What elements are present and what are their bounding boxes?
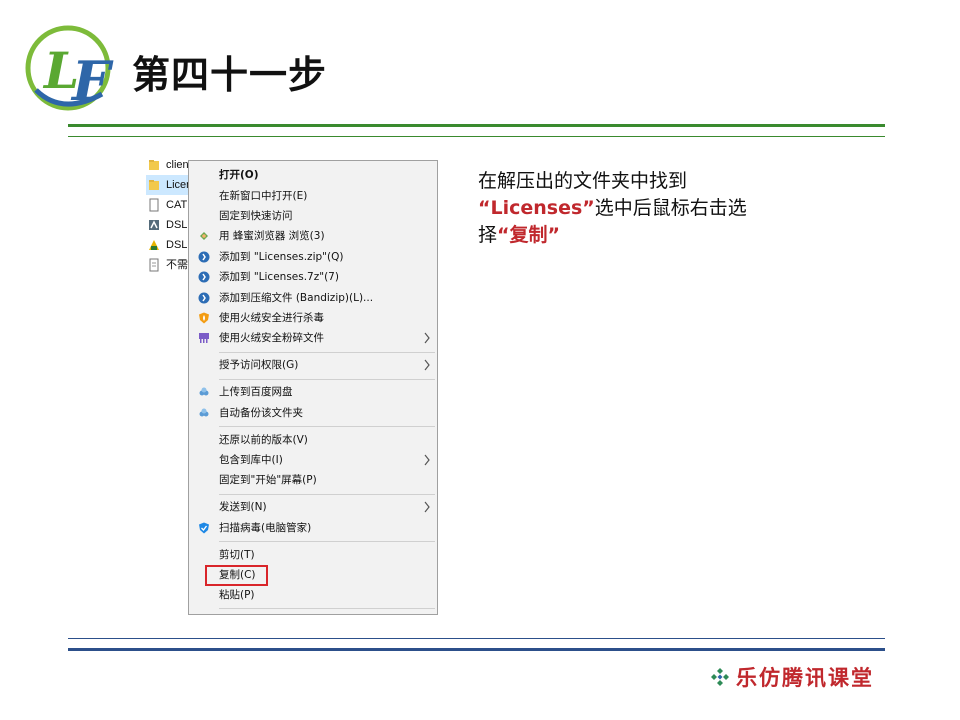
instruction-line-2-rest: 选中后鼠标右击选	[594, 197, 747, 219]
menu-item-label: 固定到"开始"屏幕(P)	[219, 474, 317, 486]
document-icon	[149, 198, 159, 212]
file-row[interactable]: clien	[146, 155, 194, 175]
pc-manager-icon	[199, 522, 209, 534]
chevron-right-icon	[424, 359, 430, 371]
instruction-line-2: “Licenses”选中后鼠标右击选	[478, 195, 818, 222]
menu-separator	[219, 426, 435, 427]
bandizip-icon	[198, 251, 210, 263]
menu-separator	[219, 494, 435, 495]
instruction-line-3: 择“复制”	[478, 222, 818, 249]
menu-item-label: 使用火绒安全进行杀毒	[219, 312, 324, 324]
lf-logo: L F	[22, 20, 122, 115]
menu-item-open[interactable]: 打开(O)	[189, 165, 437, 185]
file-name: 不需	[166, 259, 188, 271]
menu-item-pin-quick-access[interactable]: 固定到快速访问	[189, 206, 437, 226]
chevron-right-icon	[424, 332, 430, 344]
file-row-selected[interactable]: Licen	[146, 175, 194, 195]
app-icon	[149, 220, 159, 230]
copy-highlight-box	[205, 565, 268, 586]
menu-item-restore-versions[interactable]: 还原以前的版本(V)	[189, 430, 437, 450]
menu-item-huorong-shred[interactable]: 使用火绒安全粉碎文件	[189, 328, 437, 348]
menu-item-send-to[interactable]: 发送到(N)	[189, 497, 437, 517]
menu-separator	[219, 541, 435, 542]
browser-icon	[200, 232, 208, 240]
instruction-copy-quote: “复制”	[497, 224, 560, 246]
menu-item-upload-baidu[interactable]: 上传到百度网盘	[189, 382, 437, 402]
baidu-cloud-icon	[199, 408, 209, 417]
menu-item-pin-start[interactable]: 固定到"开始"屏幕(P)	[189, 470, 437, 490]
folder-icon	[149, 180, 159, 190]
menu-item-open-new-window[interactable]: 在新窗口中打开(E)	[189, 186, 437, 206]
menu-item-label: 添加到 "Licenses.zip"(Q)	[219, 251, 344, 263]
menu-item-label: 扫描病毒(电脑管家)	[219, 522, 312, 534]
header-divider	[68, 124, 885, 127]
brand-name: 乐仿腾讯课堂	[736, 665, 874, 690]
folder-icon	[149, 160, 159, 170]
context-menu: 打开(O) 在新窗口中打开(E) 固定到快速访问 用 蜂蜜浏览器 浏览(3) 添…	[188, 160, 438, 615]
menu-item-label: 用 蜂蜜浏览器 浏览(3)	[219, 230, 325, 242]
menu-item-include-library[interactable]: 包含到库中(I)	[189, 450, 437, 470]
menu-item-add-7z[interactable]: 添加到 "Licenses.7z"(7)	[189, 267, 437, 287]
chevron-right-icon	[424, 501, 430, 513]
menu-item-add-archive[interactable]: 添加到压缩文件 (Bandizip)(L)...	[189, 288, 437, 308]
bandizip-icon	[198, 292, 210, 304]
baidu-cloud-icon	[199, 387, 209, 396]
file-list: clien Licen CAT DSL DSL 不需	[146, 155, 194, 275]
menu-item-grant-access[interactable]: 授予访问权限(G)	[189, 355, 437, 375]
page-title: 第四十一步	[132, 53, 328, 97]
file-row[interactable]: DSL	[146, 235, 194, 255]
menu-item-browse[interactable]: 用 蜂蜜浏览器 浏览(3)	[189, 226, 437, 246]
menu-item-add-zip[interactable]: 添加到 "Licenses.zip"(Q)	[189, 247, 437, 267]
menu-separator	[219, 379, 435, 380]
instruction-line-1: 在解压出的文件夹中找到	[478, 170, 688, 192]
shredder-icon	[199, 333, 209, 343]
menu-item-label: 包含到库中(I)	[219, 454, 283, 466]
footer-divider-thin	[68, 638, 885, 639]
file-name: clien	[166, 159, 189, 171]
huorong-shield-icon	[199, 312, 209, 324]
menu-item-scan-virus[interactable]: 扫描病毒(电脑管家)	[189, 518, 437, 538]
menu-item-label: 在新窗口中打开(E)	[219, 190, 308, 202]
menu-item-label: 使用火绒安全粉碎文件	[219, 332, 324, 344]
menu-item-label: 粘贴(P)	[219, 589, 255, 601]
file-name: CAT	[166, 199, 188, 211]
bandizip-icon	[198, 271, 210, 283]
text-file-icon	[149, 258, 159, 272]
menu-item-label: 添加到压缩文件 (Bandizip)(L)...	[219, 292, 374, 304]
footer-divider	[68, 648, 885, 651]
menu-item-label: 打开(O)	[219, 169, 259, 181]
menu-item-label: 还原以前的版本(V)	[219, 434, 308, 446]
menu-item-paste[interactable]: 粘贴(P)	[189, 585, 437, 605]
menu-item-huorong-scan[interactable]: 使用火绒安全进行杀毒	[189, 308, 437, 328]
menu-item-label: 剪切(T)	[219, 549, 255, 561]
menu-item-label: 自动备份该文件夹	[219, 407, 303, 419]
file-name: DSL	[166, 219, 188, 231]
menu-item-label: 发送到(N)	[219, 501, 267, 513]
menu-separator	[219, 608, 435, 609]
menu-item-label: 添加到 "Licenses.7z"(7)	[219, 271, 339, 283]
file-row[interactable]: DSL	[146, 215, 194, 235]
diamond-cluster-icon	[711, 668, 729, 686]
menu-item-label: 上传到百度网盘	[219, 386, 293, 398]
menu-item-auto-backup[interactable]: 自动备份该文件夹	[189, 403, 437, 423]
header-divider-thin	[68, 136, 885, 137]
instruction-line-3-pre: 择	[478, 224, 498, 246]
instruction-licenses-quote: “Licenses”	[478, 197, 595, 219]
instruction-text: 在解压出的文件夹中找到 “Licenses”选中后鼠标右击选 择“复制”	[478, 168, 818, 249]
file-name: DSL	[166, 239, 188, 251]
menu-item-label: 固定到快速访问	[219, 210, 293, 222]
svg-text:F: F	[70, 49, 114, 113]
file-row[interactable]: 不需	[146, 255, 194, 275]
menu-item-cut[interactable]: 剪切(T)	[189, 545, 437, 565]
app-icon	[149, 240, 159, 250]
chevron-right-icon	[424, 454, 430, 466]
file-row[interactable]: CAT	[146, 195, 194, 215]
menu-separator	[219, 352, 435, 353]
menu-item-label: 授予访问权限(G)	[219, 359, 299, 371]
